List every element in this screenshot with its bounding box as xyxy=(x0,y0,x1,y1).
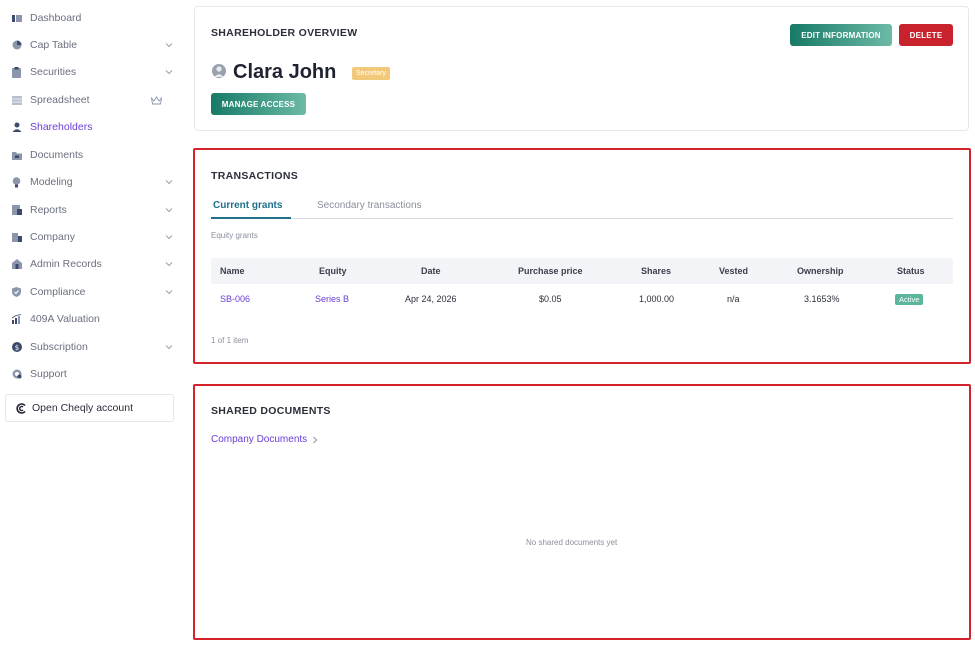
sidebar-item-modeling[interactable]: Modeling xyxy=(0,170,185,194)
chevron-right-icon xyxy=(313,436,318,443)
sidebar-item-label: Documents xyxy=(30,149,84,161)
sidebar-item-label: Spreadsheet xyxy=(30,94,90,106)
sidebar-item-label: Cap Table xyxy=(30,39,78,51)
edit-information-button[interactable]: EDIT INFORMATION xyxy=(790,24,892,46)
chevron-down-icon xyxy=(165,235,173,240)
pagination-text: 1 of 1 item xyxy=(211,336,249,345)
shareholder-name: Clara John xyxy=(233,61,337,83)
grant-date: Apr 24, 2026 xyxy=(405,294,457,304)
ownership-value: 3.1653% xyxy=(804,294,840,304)
column-header-purchase-price: Purchase price xyxy=(518,266,583,276)
tab-current-grants[interactable]: Current grants xyxy=(213,200,282,211)
column-header-status: Status xyxy=(897,266,925,276)
sidebar-item-label: Modeling xyxy=(30,176,73,188)
crown-icon xyxy=(151,95,162,104)
purchase-price: $0.05 xyxy=(539,294,562,304)
chevron-down-icon xyxy=(165,43,173,48)
sidebar-item-label: Securities xyxy=(30,66,77,78)
company-documents-link[interactable]: Company Documents xyxy=(211,434,318,445)
open-cheqly-account-button[interactable]: Open Cheqly account xyxy=(5,394,174,422)
sidebar-item-support[interactable]: Support xyxy=(0,362,185,386)
chevron-down-icon xyxy=(165,290,173,295)
sidebar-item-409a-valuation[interactable]: 409A Valuation xyxy=(0,307,185,331)
user-icon xyxy=(11,122,22,133)
sidebar-item-label: Admin Records xyxy=(30,258,102,270)
sidebar-item-subscription[interactable]: $ Subscription xyxy=(0,335,185,359)
shared-documents-card xyxy=(193,384,971,640)
records-icon xyxy=(11,259,22,270)
sidebar-item-label: 409A Valuation xyxy=(30,313,100,325)
sidebar-item-cap-table[interactable]: Cap Table xyxy=(0,33,185,57)
sidebar-item-securities[interactable]: Securities xyxy=(0,60,185,84)
overview-title: SHAREHOLDER OVERVIEW xyxy=(211,27,358,39)
manage-access-button[interactable]: MANAGE ACCESS xyxy=(211,93,306,115)
cheqly-logo-icon xyxy=(16,403,27,417)
sidebar: Dashboard Cap Table Securities Spreadshe… xyxy=(0,0,185,645)
sidebar-item-dashboard[interactable]: Dashboard xyxy=(0,6,185,30)
chevron-down-icon xyxy=(165,180,173,185)
delete-button[interactable]: DELETE xyxy=(899,24,953,46)
chevron-down-icon xyxy=(165,208,173,213)
active-tab-indicator xyxy=(211,217,291,219)
column-header-vested: Vested xyxy=(719,266,749,276)
sidebar-item-label: Support xyxy=(30,368,67,380)
transactions-card xyxy=(193,148,971,364)
building-icon xyxy=(11,232,22,243)
tabs-divider xyxy=(211,218,953,219)
equity-grants-subheading: Equity grants xyxy=(211,231,258,240)
sidebar-item-company[interactable]: Company xyxy=(0,225,185,249)
sidebar-item-label: Reports xyxy=(30,204,67,216)
role-badge: Secretary xyxy=(352,67,390,80)
transactions-title: TRANSACTIONS xyxy=(211,170,299,182)
svg-text:$: $ xyxy=(14,344,18,352)
report-icon xyxy=(11,205,22,216)
sidebar-item-shareholders[interactable]: Shareholders xyxy=(0,115,185,139)
grant-name-link[interactable]: SB-006 xyxy=(220,294,250,304)
sidebar-item-admin-records[interactable]: Admin Records xyxy=(0,252,185,276)
chevron-down-icon xyxy=(165,70,173,75)
sidebar-item-label: Company xyxy=(30,231,75,243)
sidebar-item-reports[interactable]: Reports xyxy=(0,198,185,222)
cheqly-label: Open Cheqly account xyxy=(32,402,133,414)
column-header-equity: Equity xyxy=(319,266,347,276)
vested-value: n/a xyxy=(727,294,740,304)
shared-documents-title: SHARED DOCUMENTS xyxy=(211,405,331,417)
avatar xyxy=(212,64,226,78)
sidebar-item-label: Subscription xyxy=(30,341,88,353)
valuation-icon xyxy=(11,314,22,325)
sidebar-item-spreadsheet[interactable]: Spreadsheet xyxy=(0,88,185,112)
sidebar-item-documents[interactable]: Documents xyxy=(0,143,185,167)
column-header-ownership: Ownership xyxy=(797,266,844,276)
support-icon xyxy=(11,369,22,380)
clipboard-icon xyxy=(11,66,22,78)
lightbulb-icon xyxy=(11,176,22,188)
shield-icon xyxy=(11,287,22,298)
shares-value: 1,000.00 xyxy=(639,294,675,304)
pie-chart-icon xyxy=(11,40,22,51)
dashboard-icon xyxy=(11,13,22,24)
column-header-name: Name xyxy=(220,266,245,276)
company-documents-label: Company Documents xyxy=(211,434,308,445)
status-badge: Active xyxy=(895,294,924,305)
equity-link[interactable]: Series B xyxy=(315,294,349,304)
empty-documents-text: No shared documents yet xyxy=(526,538,618,547)
sidebar-item-label: Compliance xyxy=(30,286,86,298)
dollar-icon: $ xyxy=(11,342,22,353)
chevron-down-icon xyxy=(165,262,173,267)
sidebar-item-label: Shareholders xyxy=(30,121,93,133)
tab-secondary-transactions[interactable]: Secondary transactions xyxy=(317,200,422,211)
grid-icon xyxy=(11,95,22,106)
folder-icon xyxy=(11,150,22,161)
chevron-down-icon xyxy=(165,345,173,350)
column-header-date: Date xyxy=(421,266,441,276)
sidebar-item-compliance[interactable]: Compliance xyxy=(0,280,185,304)
sidebar-item-label: Dashboard xyxy=(30,12,82,24)
column-header-shares: Shares xyxy=(641,266,672,276)
